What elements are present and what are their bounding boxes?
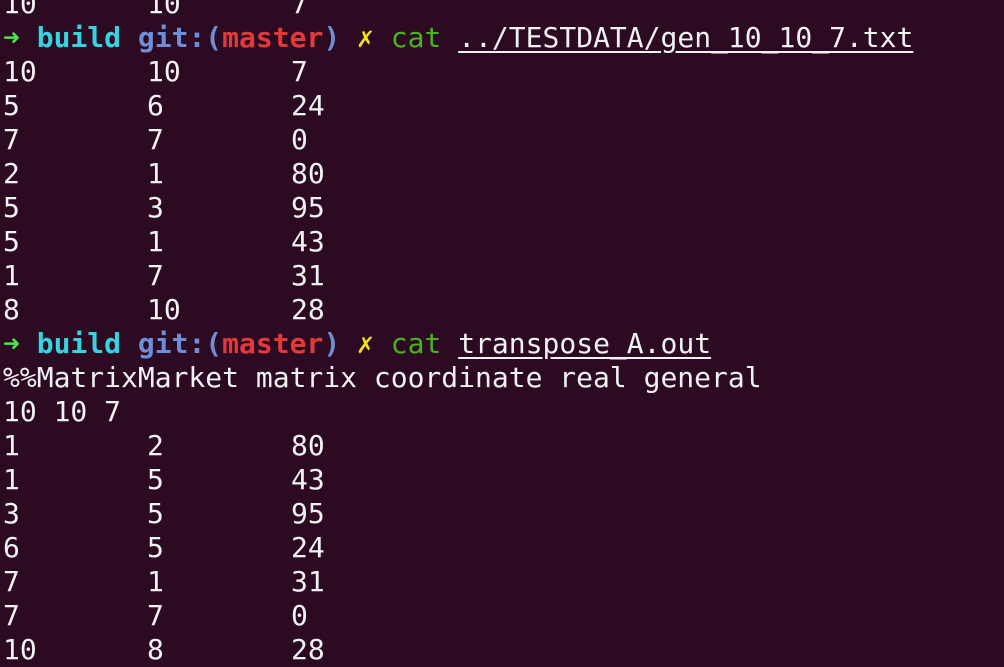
row-cell: 6	[3, 531, 20, 564]
output-row: 10 10 7	[3, 55, 1003, 89]
row-cell: 10	[3, 55, 37, 88]
row-cell: 10	[147, 0, 181, 20]
output-row: 10 8 28	[3, 633, 1003, 667]
row-cell: 7	[147, 599, 164, 632]
row-cell: 3	[3, 497, 20, 530]
git-branch: master	[222, 21, 324, 54]
row-cell: 5	[3, 89, 20, 122]
row-cell: 31	[291, 565, 325, 598]
row-cell: 10	[3, 633, 37, 666]
row-cell: 7	[291, 0, 308, 20]
dirty-indicator-icon: ✗	[357, 327, 374, 360]
row-cell: 80	[291, 157, 325, 190]
output-row: 2 1 80	[3, 157, 1003, 191]
shell-prompt: ➜ build git:(master) ✗ cat transpose_A.o…	[3, 327, 1003, 361]
row-cell: 5	[3, 225, 20, 258]
prompt-directory: build	[36, 21, 122, 54]
row-cell: 5	[3, 191, 20, 224]
output-row: 8 10 28	[3, 293, 1003, 327]
git-label-close: )	[323, 21, 341, 54]
terminal-output[interactable]: 10 10 7 ➜ build git:(master) ✗ cat ../TE…	[3, 0, 1003, 667]
row-cell: 5	[147, 497, 164, 530]
row-cell: 8	[147, 633, 164, 666]
row-cell: 1	[3, 259, 20, 292]
row-cell: 24	[291, 89, 325, 122]
row-cell: 7	[3, 565, 20, 598]
output-row: 5 3 95	[3, 191, 1003, 225]
file-path-link[interactable]: ../TESTDATA/gen_10_10_7.txt	[458, 21, 913, 54]
file2-output: 1 2 80 1 5 43 3 5 95 6 5 24 7 1 31 7 7 0 10 8 28	[3, 429, 1003, 667]
row-cell: 7	[291, 55, 308, 88]
row-cell: 2	[147, 429, 164, 462]
git-branch: master	[222, 327, 324, 360]
row-cell: 10	[147, 55, 181, 88]
row-cell: 7	[3, 123, 20, 156]
git-label: git:(	[137, 327, 223, 360]
row-cell: 1	[3, 463, 20, 496]
row-cell: 5	[147, 463, 164, 496]
row-cell: 24	[291, 531, 325, 564]
file1-output: 10 10 7 5 6 24 7 7 0 2 1 80 5 3 95 5 1 43 1 7 31 8 10 28	[3, 55, 1003, 327]
output-row: 5 1 43	[3, 225, 1003, 259]
output-row: 1 2 80	[3, 429, 1003, 463]
git-label-close: )	[323, 327, 341, 360]
row-cell: 10	[147, 293, 181, 326]
file-path-link[interactable]: transpose_A.out	[458, 327, 711, 360]
row-cell: 2	[3, 157, 20, 190]
prompt-arrow-icon: ➜	[3, 21, 20, 54]
row-cell: 80	[291, 429, 325, 462]
git-label: git:(	[137, 21, 223, 54]
matrix-dimensions: 10 10 7	[3, 395, 122, 428]
row-cell: 7	[147, 123, 164, 156]
row-cell: 10	[3, 0, 37, 20]
row-cell: 28	[291, 293, 325, 326]
row-cell: 6	[147, 89, 164, 122]
row-cell: 95	[291, 497, 325, 530]
matrix-market-header: %%MatrixMarket matrix coordinate real ge…	[3, 361, 762, 394]
output-row: 1 5 43	[3, 463, 1003, 497]
output-row: 7 1 31	[3, 565, 1003, 599]
row-cell: 1	[147, 225, 164, 258]
prompt-directory: build	[36, 327, 122, 360]
row-cell: 43	[291, 225, 325, 258]
row-cell: 5	[147, 531, 164, 564]
row-cell: 7	[3, 599, 20, 632]
shell-command: cat	[390, 327, 442, 360]
row-cell: 1	[147, 565, 164, 598]
output-row: 1 7 31	[3, 259, 1003, 293]
row-cell: 43	[291, 463, 325, 496]
partial-output-row: 10 10 7	[3, 0, 1003, 21]
row-cell: 7	[147, 259, 164, 292]
row-cell: 31	[291, 259, 325, 292]
row-cell: 1	[3, 429, 20, 462]
row-cell: 3	[147, 191, 164, 224]
row-cell: 8	[3, 293, 20, 326]
dirty-indicator-icon: ✗	[357, 21, 374, 54]
output-row: 7 7 0	[3, 599, 1003, 633]
row-cell: 0	[291, 123, 308, 156]
shell-prompt: ➜ build git:(master) ✗ cat ../TESTDATA/g…	[3, 21, 1003, 55]
prompt-arrow-icon: ➜	[3, 327, 20, 360]
shell-command: cat	[390, 21, 442, 54]
output-row: 7 7 0	[3, 123, 1003, 157]
row-cell: 28	[291, 633, 325, 666]
row-cell: 0	[291, 599, 308, 632]
row-cell: 95	[291, 191, 325, 224]
output-row: 6 5 24	[3, 531, 1003, 565]
output-row: 3 5 95	[3, 497, 1003, 531]
output-row: 5 6 24	[3, 89, 1003, 123]
row-cell: 1	[147, 157, 164, 190]
